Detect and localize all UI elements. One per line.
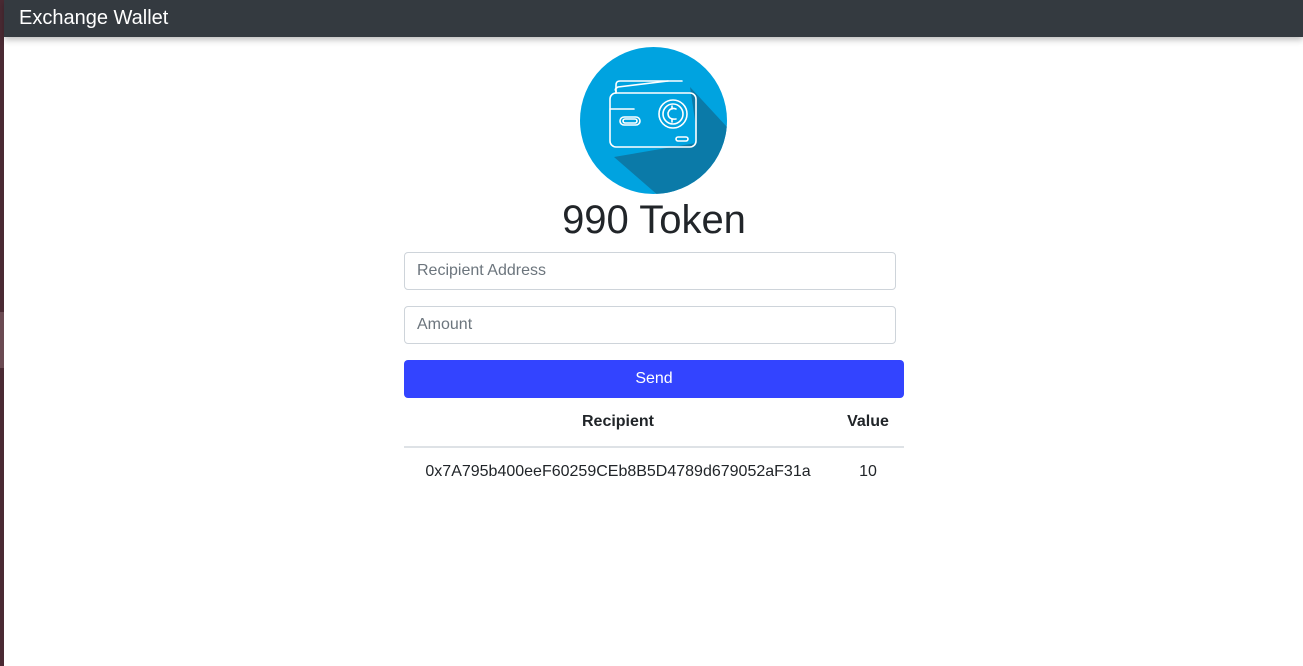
amount-input[interactable]: [404, 306, 896, 344]
wallet-coin-icon: [580, 47, 727, 194]
recipient-cell: 0x7A795b400eeF60259CEb8B5D4789d679052aF3…: [425, 463, 811, 480]
value-column-header: Value: [832, 398, 904, 448]
token-balance: 990 Token: [562, 198, 746, 242]
navbar: Exchange Wallet: [4, 0, 1303, 37]
value-cell: 10: [859, 463, 877, 480]
table-header-row: Recipient Value: [404, 398, 904, 448]
send-button[interactable]: Send: [404, 360, 904, 398]
transactions-table: Recipient Value 0x7A795b400eeF60259CEb8B…: [404, 398, 904, 496]
recipient-column-header: Recipient: [404, 398, 832, 448]
table-row: 0x7A795b400eeF60259CEb8B5D4789d679052aF3…: [404, 447, 904, 496]
recipient-address-input[interactable]: [404, 252, 896, 290]
window-left-handle: [0, 312, 4, 368]
navbar-brand[interactable]: Exchange Wallet: [19, 7, 168, 29]
